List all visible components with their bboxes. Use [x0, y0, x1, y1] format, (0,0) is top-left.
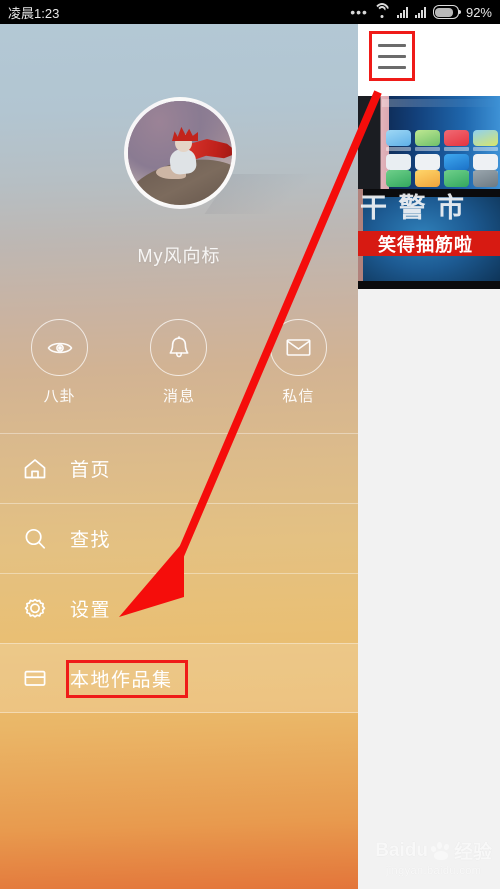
profile-username: My风向标: [137, 246, 221, 266]
watermark-suffix-text: 经验: [453, 842, 492, 863]
action-private-message[interactable]: 私信: [239, 319, 358, 406]
menu-item-label: 首页: [70, 460, 112, 481]
blackboard-photo: 干 警 市 笑得抽筋啦: [358, 189, 500, 289]
action-messages[interactable]: 消息: [119, 319, 238, 406]
search-icon-glyph: [25, 528, 46, 549]
app-top-bar: [358, 24, 500, 96]
battery-percent: 92%: [465, 4, 492, 20]
navigation-drawer: My风向标 八卦 消息 私信 首页 查找 设置 本地作品集: [0, 24, 358, 889]
paw-icon: [430, 841, 452, 860]
local-collection-highlight-box: [66, 660, 188, 698]
battery-icon: [432, 5, 461, 19]
gear-icon: [0, 596, 70, 622]
more-dots-icon: •••: [350, 4, 368, 20]
photo-banner-text: 笑得抽筋啦: [358, 231, 500, 256]
list-item[interactable]: [358, 96, 500, 189]
watermark-brand: Baidu 经验: [375, 837, 492, 864]
menu-item-home[interactable]: 首页: [0, 433, 358, 503]
status-icons: ••• 92%: [350, 3, 492, 20]
signal-icon: [414, 6, 426, 18]
action-bagua[interactable]: 八卦: [0, 319, 119, 406]
home-icon-glyph: [24, 458, 46, 478]
folder-icon-glyph: [24, 670, 46, 686]
quick-actions-row: 八卦 消息 私信: [0, 319, 358, 406]
watermark-url: jingyan.baidu.com: [385, 865, 482, 877]
phone-homescreen-photo: [358, 96, 500, 189]
watermark: Baidu 经验 jingyan.baidu.com: [375, 837, 492, 878]
menu-item-settings[interactable]: 设置: [0, 573, 358, 643]
watermark-brand-text: Baidu: [375, 839, 428, 861]
menu-item-search[interactable]: 查找: [0, 503, 358, 573]
status-bar: 凌晨1:23 ••• 92%: [0, 0, 500, 24]
menu-item-local-collection[interactable]: 本地作品集: [0, 643, 358, 713]
phone-screen: 凌晨1:23 ••• 92% 干 警 市 笑得抽筋啦 My风向标 八卦 消息 私…: [0, 0, 500, 889]
eye-icon-glyph: [47, 342, 72, 353]
action-label: 消息: [162, 388, 195, 405]
wifi-icon: [373, 3, 391, 18]
action-label: 私信: [282, 388, 315, 405]
content-pane: 干 警 市 笑得抽筋啦: [358, 24, 500, 889]
folder-icon: [0, 665, 70, 691]
action-label: 八卦: [43, 388, 76, 405]
signal-icon: [396, 6, 408, 18]
hamburger-highlight-box: [369, 31, 415, 81]
home-icon: [0, 456, 70, 482]
bell-icon-glyph: [169, 335, 189, 357]
envelope-icon: [269, 319, 327, 376]
bell-icon: [150, 319, 208, 376]
menu-item-label: 设置: [70, 600, 112, 621]
gear-icon-glyph: [24, 598, 46, 618]
menu-item-label: 查找: [70, 530, 112, 551]
list-item[interactable]: 干 警 市 笑得抽筋啦: [358, 189, 500, 289]
envelope-icon-glyph: [286, 339, 311, 356]
avatar[interactable]: [124, 97, 236, 209]
drawer-menu: 首页 查找 设置 本地作品集: [0, 433, 358, 713]
search-icon: [0, 526, 70, 552]
status-clock: 凌晨1:23: [8, 5, 60, 21]
eye-icon: [31, 319, 89, 376]
